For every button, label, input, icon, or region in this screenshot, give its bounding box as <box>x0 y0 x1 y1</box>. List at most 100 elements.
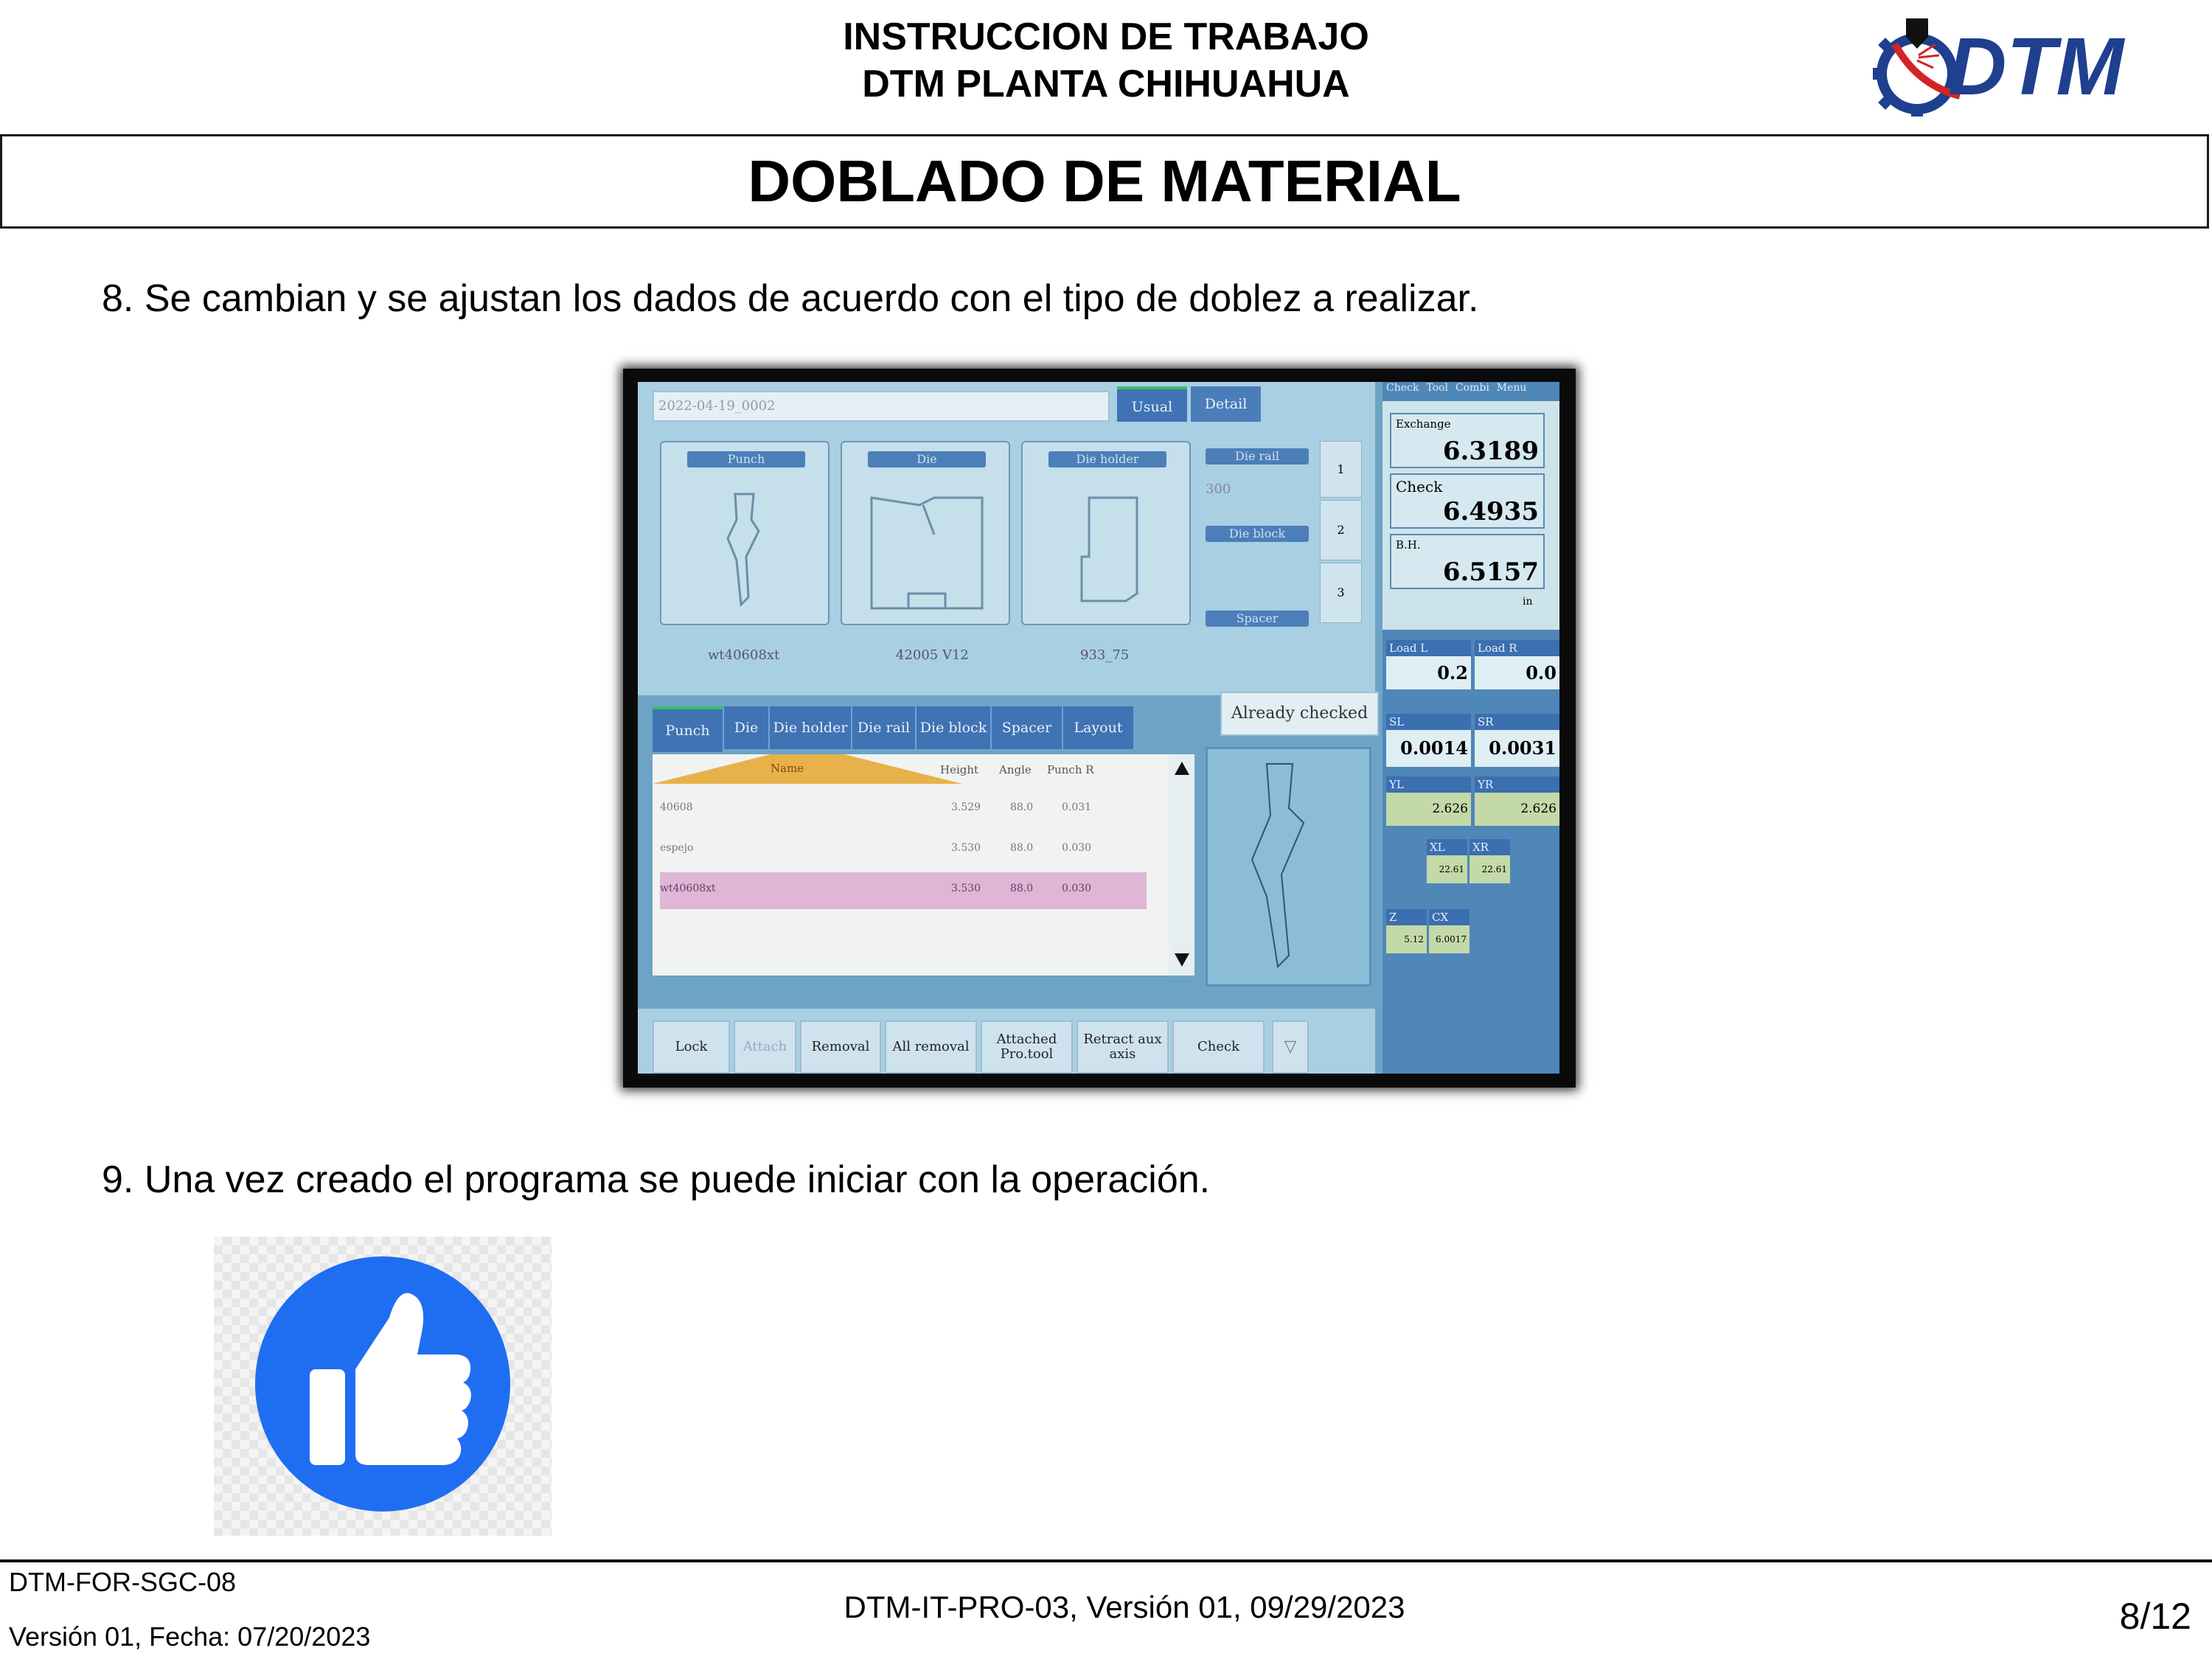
punch-label: Punch <box>687 451 805 467</box>
die-rail-label: Die rail <box>1206 448 1309 465</box>
attach-button[interactable]: Attach <box>734 1020 796 1074</box>
col-name: Name <box>771 762 804 775</box>
page-number: 8/12 <box>2119 1596 2191 1637</box>
yr-label: YR <box>1475 776 1559 793</box>
tool-tab-die-rail[interactable]: Die rail <box>852 706 917 749</box>
cell-height: 3.530 <box>951 883 981 894</box>
sr-label: SR <box>1475 714 1559 730</box>
exchange-label: Exchange <box>1396 417 1451 431</box>
yr-value: 2.626 <box>1475 793 1559 826</box>
step-9-text: 9. Una vez creado el programa se puede i… <box>102 1158 1211 1201</box>
load-l-value: 0.2 <box>1386 656 1471 689</box>
station-2[interactable]: 2 <box>1320 500 1362 560</box>
xl-label: XL <box>1427 839 1467 855</box>
menu-tool[interactable]: Tool <box>1426 382 1448 400</box>
menu-combi[interactable]: Combi <box>1455 382 1489 400</box>
tab-usual[interactable]: Usual <box>1117 386 1187 422</box>
yl-value: 2.626 <box>1386 793 1471 826</box>
sl-value: 0.0014 <box>1386 730 1471 767</box>
all-removal-button[interactable]: All removal <box>885 1020 977 1074</box>
form-version: Versión 01, Fecha: 07/20/2023 <box>9 1621 371 1652</box>
spacer-label: Spacer <box>1206 611 1309 627</box>
unit-label: in <box>1523 596 1533 608</box>
dtm-logo: DTM <box>1865 15 2201 118</box>
cell-punch-r: 0.030 <box>1062 842 1092 854</box>
cell-angle: 88.0 <box>1010 842 1034 854</box>
table-scrollbar[interactable] <box>1169 754 1194 975</box>
xr-value: 22.61 <box>1470 855 1510 883</box>
exchange-value: 6.3189 <box>1442 437 1539 466</box>
cell-punch-r: 0.030 <box>1062 883 1092 894</box>
check-readout: Check 6.4935 <box>1390 473 1545 529</box>
die-name: 42005 V12 <box>896 647 969 663</box>
xr-label: XR <box>1470 839 1510 855</box>
yl-label: YL <box>1386 776 1471 793</box>
table-row[interactable]: 40608 3.529 88.0 0.031 <box>660 791 1147 828</box>
punch-preview <box>1206 747 1371 987</box>
bh-readout: B.H. 6.5157 <box>1390 534 1545 589</box>
check-button[interactable]: Check <box>1172 1020 1265 1074</box>
die-box[interactable]: Die <box>841 441 1010 625</box>
die-holder-drawing <box>1080 496 1138 602</box>
step-8-text: 8. Se cambian y se ajustan los dados de … <box>102 277 1479 320</box>
table-row[interactable]: espejo 3.530 88.0 0.030 <box>660 832 1147 869</box>
menu-menu[interactable]: Menu <box>1497 382 1527 400</box>
already-checked-status: Already checked <box>1220 692 1379 736</box>
tool-tab-die-holder[interactable]: Die holder <box>770 706 852 749</box>
bh-value: 6.5157 <box>1442 557 1539 587</box>
punch-box[interactable]: Punch <box>660 441 830 625</box>
cell-angle: 88.0 <box>1010 801 1034 813</box>
die-label: Die <box>868 451 986 467</box>
cell-name: wt40608xt <box>660 883 716 894</box>
top-menu: Check Tool Combi Menu <box>1386 382 1559 400</box>
die-holder-name: 933_75 <box>1080 647 1130 663</box>
footer-divider <box>0 1559 2212 1562</box>
cell-name: espejo <box>660 842 694 854</box>
section-title: DOBLADO DE MATERIAL <box>0 134 2209 229</box>
xl-value: 22.61 <box>1427 855 1467 883</box>
tool-table: Name Height Angle Punch R 40608 3.529 88… <box>653 754 1169 975</box>
logo-wordmark: DTM <box>1948 21 2126 112</box>
load-l-label: Load L <box>1386 640 1471 656</box>
load-r-label: Load R <box>1475 640 1559 656</box>
col-punch-r: Punch R <box>1047 763 1094 776</box>
tool-tab-layout[interactable]: Layout <box>1063 706 1135 749</box>
sr-value: 0.0031 <box>1475 730 1559 767</box>
attached-protool-button[interactable]: Attached Pro.tool <box>981 1020 1073 1074</box>
tool-tab-spacer[interactable]: Spacer <box>992 706 1063 749</box>
die-holder-box[interactable]: Die holder <box>1021 441 1191 625</box>
cell-height: 3.530 <box>951 842 981 854</box>
name-header-bg <box>653 754 962 784</box>
removal-button[interactable]: Removal <box>800 1020 881 1074</box>
punch-name: wt40608xt <box>708 647 780 663</box>
more-chevron-icon[interactable]: ▽ <box>1272 1020 1309 1074</box>
lock-button[interactable]: Lock <box>653 1020 730 1074</box>
table-row-selected[interactable]: wt40608xt 3.530 88.0 0.030 <box>660 872 1147 909</box>
thumbs-up-icon <box>255 1256 510 1512</box>
check-value: 6.4935 <box>1442 497 1539 526</box>
sl-label: SL <box>1386 714 1471 730</box>
cell-angle: 88.0 <box>1010 883 1034 894</box>
tool-tab-die-block[interactable]: Die block <box>917 706 992 749</box>
retract-aux-axis-button[interactable]: Retract aux axis <box>1077 1020 1169 1074</box>
thumbs-up-image <box>214 1237 552 1536</box>
scroll-up-icon[interactable] <box>1175 762 1189 775</box>
tab-detail[interactable]: Detail <box>1191 386 1261 422</box>
scroll-down-icon[interactable] <box>1175 953 1189 967</box>
document-reference: DTM-IT-PRO-03, Versión 01, 09/29/2023 <box>844 1590 1405 1624</box>
cell-height: 3.529 <box>951 801 981 813</box>
cx-value: 6.0017 <box>1429 925 1470 953</box>
program-name-field[interactable]: 2022-04-19_0002 <box>653 391 1110 422</box>
check-label: Check <box>1396 478 1443 495</box>
die-block-label: Die block <box>1206 526 1309 542</box>
tool-tab-die[interactable]: Die <box>724 706 770 749</box>
station-3[interactable]: 3 <box>1320 563 1362 623</box>
die-drawing <box>870 496 984 610</box>
die-rail-value: 300 <box>1206 481 1231 497</box>
station-1[interactable]: 1 <box>1320 441 1362 498</box>
tool-tab-punch[interactable]: Punch <box>653 706 724 752</box>
menu-check[interactable]: Check <box>1386 382 1419 400</box>
z-label: Z <box>1386 909 1427 925</box>
hmi-screen: 2022-04-19_0002 Usual Detail Punch wt406… <box>638 382 1559 1074</box>
cx-label: CX <box>1429 909 1470 925</box>
